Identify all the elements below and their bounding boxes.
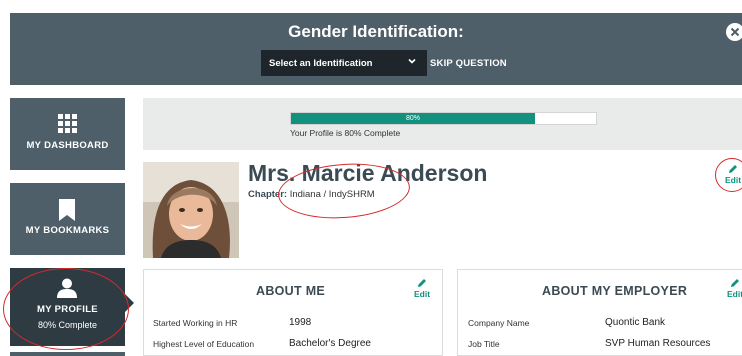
gender-identification-banner: Gender Identification: Select an Identif… xyxy=(10,13,742,85)
about-employer-edit-button[interactable]: Edit xyxy=(724,278,742,299)
row-label: Company Name xyxy=(468,318,530,328)
annotation-circle-profile xyxy=(3,268,129,350)
pencil-icon xyxy=(731,279,739,287)
edit-label: Edit xyxy=(413,289,431,299)
chevron-down-icon xyxy=(408,58,416,64)
about-me-card: ABOUT ME Edit Started Working in HR 1998… xyxy=(143,269,443,356)
sidebar-item-bookmarks[interactable]: MY BOOKMARKS xyxy=(10,183,125,255)
pencil-icon xyxy=(418,279,426,287)
about-me-edit-button[interactable]: Edit xyxy=(411,278,433,299)
avatar xyxy=(143,162,239,258)
edit-label: Edit xyxy=(726,289,742,299)
grid-icon xyxy=(58,114,77,133)
row-value: Bachelor's Degree xyxy=(289,338,371,349)
annotation-circle-edit xyxy=(715,158,742,192)
skip-question-link[interactable]: SKIP QUESTION xyxy=(430,58,507,69)
gender-select-value: Select an Identification xyxy=(269,58,373,69)
progress-caption: Your Profile is 80% Complete xyxy=(290,128,401,138)
row-label: Started Working in HR xyxy=(153,318,238,328)
about-me-title: ABOUT ME xyxy=(256,284,326,298)
bookmark-icon xyxy=(59,199,75,221)
sidebar-item-dashboard[interactable]: MY DASHBOARD xyxy=(10,98,125,170)
row-value: SVP Human Resources xyxy=(605,338,711,349)
row-value: 1998 xyxy=(289,317,312,328)
row-label: Highest Level of Education xyxy=(153,339,255,349)
about-employer-card: ABOUT MY EMPLOYER Edit Company Name Quon… xyxy=(457,269,742,356)
sidebar-item-label: MY DASHBOARD xyxy=(26,140,109,151)
profile-progress-panel: 80% Your Profile is 80% Complete xyxy=(143,98,742,150)
profile-photo xyxy=(143,162,239,258)
sidebar-item-label: MY BOOKMARKS xyxy=(25,225,110,236)
row-value: Quontic Bank xyxy=(605,317,666,328)
close-button[interactable] xyxy=(726,23,742,41)
progress-bar: 80% xyxy=(290,112,597,125)
gender-select[interactable]: Select an Identification xyxy=(261,50,427,76)
row-label: Job Title xyxy=(468,339,500,349)
progress-fill: 80% xyxy=(291,113,535,124)
sidebar-item-next[interactable] xyxy=(10,352,125,356)
banner-title: Gender Identification: xyxy=(288,22,464,41)
close-icon xyxy=(730,27,740,37)
about-employer-title: ABOUT MY EMPLOYER xyxy=(542,284,688,298)
